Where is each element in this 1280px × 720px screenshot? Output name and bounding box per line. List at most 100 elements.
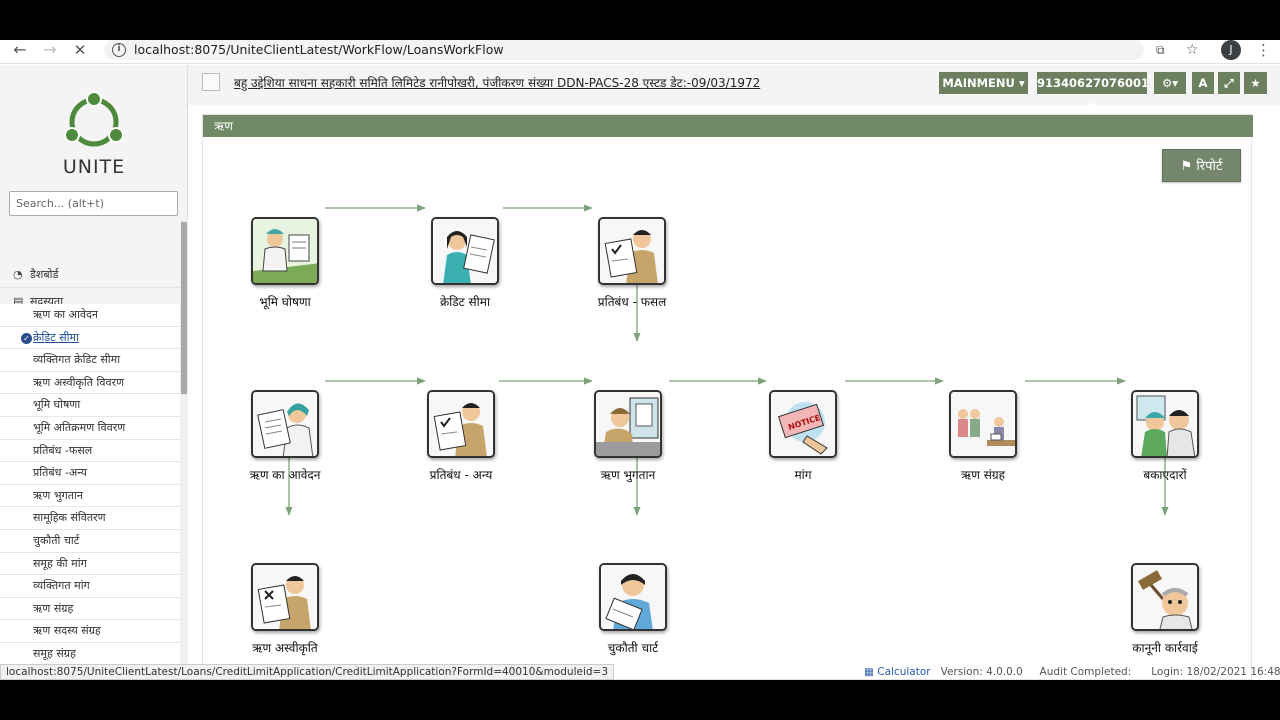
officer-checklist-icon — [427, 390, 495, 458]
workflow-node-restriction-crop[interactable]: प्रतिबंध - फसल — [572, 217, 692, 310]
submenu-item[interactable]: प्रतिबंध -फसल — [0, 439, 180, 463]
stop-loading-icon[interactable]: ✕ — [69, 40, 91, 60]
calculator-link[interactable]: Calculator — [877, 666, 930, 678]
collection-meeting-icon — [949, 390, 1017, 458]
node-label: भूमि घोषणा — [259, 295, 311, 309]
workflow-node-legal-action[interactable]: कानूनी कार्रवाई — [1105, 563, 1225, 656]
profile-avatar[interactable]: J — [1221, 40, 1241, 60]
account-dropdown-button[interactable]: 91340627076001 ▾ — [1037, 72, 1149, 112]
workflow-node-land-declaration[interactable]: भूमि घोषणा — [225, 217, 345, 310]
status-bar-url: localhost:8075/UniteClientLatest/Loans/C… — [0, 664, 615, 680]
workflow-node-demand[interactable]: NOTICE मांग — [743, 390, 863, 483]
sidebar-scrollbar-thumb[interactable] — [181, 222, 187, 394]
submenu-item-label: भूमि घोषणा — [33, 398, 81, 412]
submenu-item-label: सामूहिक संवितरण — [33, 511, 106, 525]
check-circle-icon: ✓ — [21, 332, 32, 344]
submenu-item-label: ऋण भुगतान — [33, 488, 83, 502]
fullscreen-icon[interactable]: ⤢ — [1218, 72, 1240, 94]
submenu-item[interactable]: भूमि अतिक्रमण विवरण — [0, 416, 180, 440]
node-label: ऋण भुगतान — [600, 468, 656, 482]
man-reading-icon — [599, 563, 667, 631]
submenu-item-label: व्यक्तिगत मांग — [33, 579, 90, 593]
browser-window: ← → ✕ i localhost:8075/UniteClientLatest… — [0, 40, 1280, 680]
submenu-item[interactable]: ऋण संग्रह — [0, 597, 180, 621]
defaulters-family-icon — [1131, 390, 1199, 458]
submenu-item[interactable]: ऋण सदस्य संग्रह — [0, 620, 180, 643]
workflow-node-restriction-other[interactable]: प्रतिबंध - अन्य — [401, 390, 521, 483]
address-bar[interactable]: i localhost:8075/UniteClientLatest/WorkF… — [104, 40, 1144, 60]
submenu-item[interactable]: सामूहिक संवितरण — [0, 507, 180, 530]
bookmark-star-icon[interactable]: ☆ — [1186, 40, 1199, 60]
node-label: बकाएदारों — [1143, 468, 1187, 482]
submenu-item-label: चुकौती चार्ट — [33, 533, 80, 547]
browser-menu-icon[interactable]: ⋮ — [1256, 40, 1271, 60]
dashboard-icon: ◔ — [13, 268, 23, 281]
translate-icon[interactable]: ⧉ — [1156, 40, 1165, 60]
back-arrow-icon[interactable]: ← — [9, 40, 31, 60]
submenu-item-label: ऋण अस्वीकृति विवरण — [33, 375, 125, 389]
workflow-panel: ऋण ⚑ रिपोर्ट भूमि घोषणा क्रेडिट सीमा प्र… — [202, 114, 1253, 680]
workflow-node-loan-rejection[interactable]: ऋण अस्वीकृति — [225, 563, 345, 656]
submenu-item[interactable]: ऋण का आवेदन — [0, 304, 180, 327]
menu-item-label: डैशबोर्ड — [30, 268, 59, 281]
workflow-arrows — [285, 204, 1169, 516]
submenu-item[interactable]: व्यक्तिगत क्रेडिट सीमा — [0, 349, 180, 372]
font-size-button[interactable]: A — [1192, 72, 1214, 94]
broken-image-icon — [202, 73, 220, 91]
submenu-item-label: प्रतिबंध -फसल — [33, 443, 93, 457]
node-label: मांग — [794, 468, 812, 482]
submenu-item-label: भूमि अतिक्रमण विवरण — [33, 420, 126, 434]
submenu-item[interactable]: भूमि घोषणा — [0, 394, 180, 417]
calculator-icon[interactable]: ▦ — [864, 666, 874, 678]
app-footer: ▦ Calculator Version: 4.0.0.0 Audit Comp… — [864, 665, 1280, 680]
version-text: Version: 4.0.0.0 — [940, 666, 1023, 678]
workflow-node-loan-application[interactable]: ऋण का आवेदन — [225, 390, 345, 483]
node-label: ऋण संग्रह — [961, 468, 1005, 482]
submenu-item-label: समूह की मांग — [33, 556, 87, 570]
farmer-document-icon — [251, 217, 319, 285]
node-label: प्रतिबंध - फसल — [597, 295, 667, 309]
submenu-item[interactable]: चुकौती चार्ट — [0, 529, 180, 553]
submenu-item-label: समूह संग्रह — [33, 646, 76, 660]
submenu-item-label: ऋण संग्रह — [33, 601, 74, 615]
submenu-item[interactable]: प्रतिबंध -अन्य — [0, 462, 180, 485]
unite-logo-icon — [64, 91, 124, 147]
forward-arrow-icon[interactable]: → — [39, 40, 61, 60]
woman-form-icon — [251, 390, 319, 458]
woman-paper-icon — [431, 217, 499, 285]
workflow-node-loan-payment[interactable]: ऋण भुगतान — [568, 390, 688, 483]
node-label: क्रेडिट सीमा — [439, 295, 491, 309]
node-label: चुकौती चार्ट — [607, 641, 659, 655]
menu-item-dashboard[interactable]: ◔ डैशबोर्ड — [0, 262, 180, 288]
bank-counter-icon — [594, 390, 662, 458]
main-menu-button[interactable]: MAINMENU ▾ — [939, 72, 1028, 94]
app-header: बहु उद्देशिया साधना सहकारी समिति लिमिटेड… — [188, 65, 1280, 112]
officer-checklist-icon — [598, 217, 666, 285]
workflow-node-credit-limit[interactable]: क्रेडिट सीमा — [405, 217, 525, 310]
submenu-item[interactable]: समूह संग्रह — [0, 642, 180, 666]
submenu-item[interactable]: ऋण भुगतान — [0, 484, 180, 508]
submenu-item-label: ऋण का आवेदन — [33, 308, 98, 321]
organization-title-link[interactable]: बहु उद्देशिया साधना सहकारी समिति लिमिटेड… — [234, 74, 760, 91]
submenu-item[interactable]: व्यक्तिगत मांग — [0, 575, 180, 598]
site-info-icon[interactable]: i — [112, 43, 126, 57]
logo-text: UNITE — [62, 156, 126, 178]
submenu-item[interactable]: ऋण अस्वीकृति विवरण — [0, 371, 180, 395]
workflow-node-defaulters[interactable]: बकाएदारों — [1105, 390, 1225, 483]
browser-toolbar: ← → ✕ i localhost:8075/UniteClientLatest… — [0, 40, 1280, 64]
audit-text: Audit Completed: — [1039, 666, 1132, 678]
search-input[interactable] — [9, 191, 178, 216]
submenu-item[interactable]: समूह की मांग — [0, 552, 180, 576]
submenu-item-credit-limit[interactable]: ✓ क्रेडिट सीमा — [0, 326, 180, 350]
node-label: प्रतिबंध - अन्य — [429, 468, 493, 482]
workflow-node-repayment-chart[interactable]: चुकौती चार्ट — [573, 563, 693, 656]
submenu-item-label: क्रेडिट सीमा — [33, 330, 79, 344]
node-label: कानूनी कार्रवाई — [1132, 641, 1198, 655]
officer-reject-icon — [251, 563, 319, 631]
workflow-node-loan-collection[interactable]: ऋण संग्रह — [923, 390, 1043, 483]
node-label: ऋण का आवेदन — [249, 468, 321, 482]
favorite-star-icon[interactable]: ★ — [1244, 72, 1267, 94]
sidebar: UNITE ◔ डैशबोर्ड ▤ सदस्यता ▣ ऋण ऋण का आव… — [0, 65, 188, 666]
node-label: ऋण अस्वीकृति — [252, 641, 318, 655]
settings-gear-icon[interactable]: ⚙▾ — [1154, 72, 1186, 94]
